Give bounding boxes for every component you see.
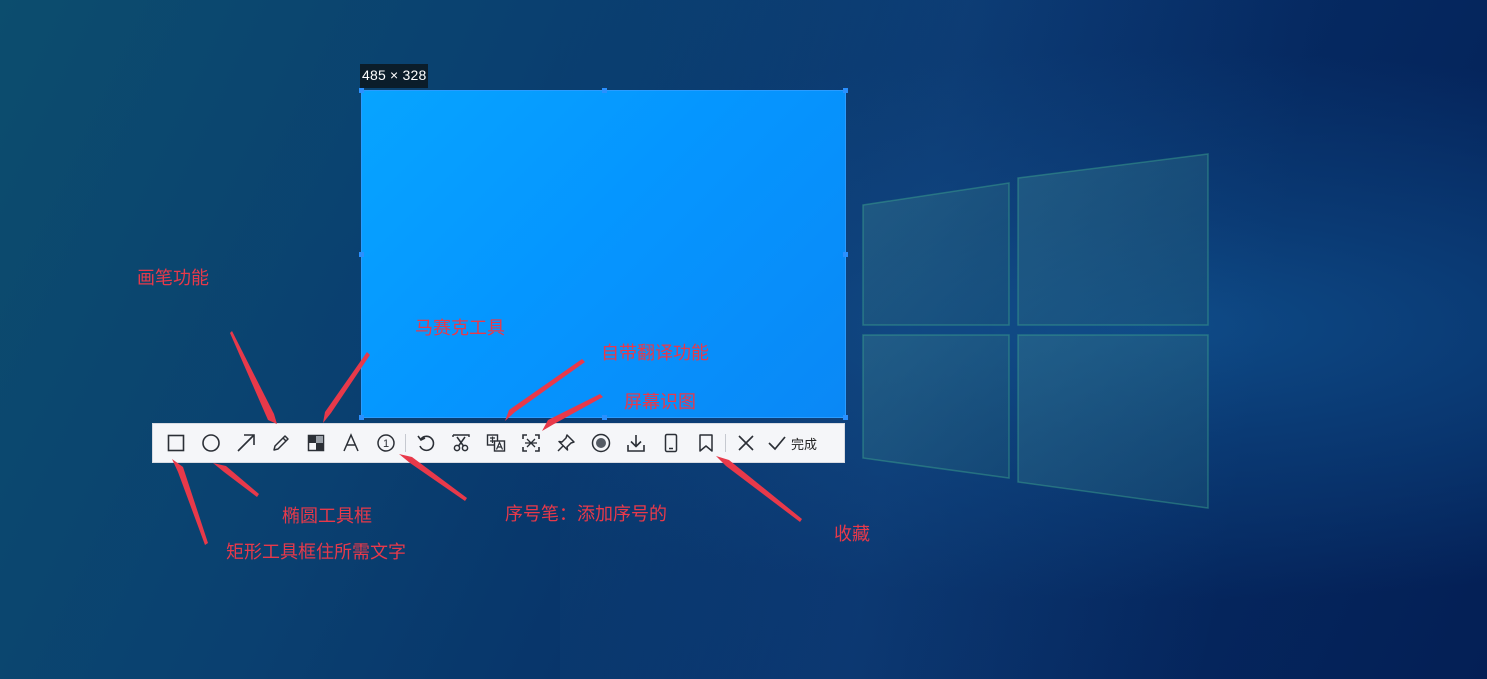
pen-tool-button[interactable] [263,427,298,459]
numbered-circle-icon: 1 [376,434,395,452]
translate-tool-button[interactable] [478,427,513,459]
record-icon [591,433,610,453]
text-a-icon [342,433,359,452]
capture-selection-area[interactable] [359,88,848,420]
square-icon [167,434,184,452]
close-tool-button[interactable] [728,427,763,459]
resize-handle-bottom-right[interactable] [843,415,848,420]
cut-tool-button[interactable] [443,427,478,459]
text-tool-button[interactable] [333,427,368,459]
undo-icon [416,435,434,452]
resize-handle-bottom-left[interactable] [359,415,364,420]
ellipse-arrow [213,463,259,497]
circle-icon [201,434,220,452]
mosaic-tool-button[interactable] [298,427,333,459]
resize-handle-top-left[interactable] [359,88,364,93]
record-tool-button[interactable] [583,427,618,459]
annotation-rectangle: 矩形工具框住所需文字 [226,542,406,563]
scissors-icon [451,434,470,452]
arrow-icon [236,434,255,452]
phone-tool-button[interactable] [653,427,688,459]
toolbar-divider [405,434,406,452]
ellipse-tool-button[interactable] [193,427,228,459]
check-icon [768,436,786,451]
pin-icon [556,434,575,452]
download-icon [626,435,645,452]
done-label: 完成 [791,437,818,453]
resize-handle-bottom[interactable] [602,415,607,420]
translate-icon [486,434,505,452]
pin-tool-button[interactable] [548,427,583,459]
annotation-mosaic: 马赛克工具 [415,318,505,339]
resize-handle-top[interactable] [602,88,607,93]
annotation-ellipse: 椭圆工具框 [282,506,372,527]
annotation-favorite: 收藏 [834,524,870,545]
resize-handle-left[interactable] [359,252,364,257]
arrow-tool-button[interactable] [228,427,263,459]
annotation-number-pen: 序号笔：添加序号的 [505,504,667,525]
toolbar-divider [725,434,726,452]
resize-handle-right[interactable] [843,252,848,257]
rectangle-arrow [172,459,208,545]
scan-icon [521,434,540,452]
pen-arrow [230,331,277,424]
done-button[interactable]: 完成 [763,427,821,459]
download-tool-button[interactable] [618,427,653,459]
favorite-arrow [716,456,802,522]
screenshot-toolbar: 1 完成 [152,423,845,463]
number-pen-tool-button[interactable]: 1 [368,427,403,459]
mosaic-icon [307,434,324,452]
annotation-translate: 自带翻译功能 [601,343,709,364]
number-glyph: 1 [382,438,388,450]
bookmark-tool-button[interactable] [688,427,723,459]
screen-recognition-tool-button[interactable] [513,427,548,459]
close-icon [737,435,754,451]
annotation-recognition: 屏幕识图 [624,392,696,413]
selection-size-label: 485 × 328 [360,64,429,88]
pencil-icon [272,435,289,451]
resize-handle-top-right[interactable] [843,88,848,93]
bookmark-icon [698,434,713,452]
undo-tool-button[interactable] [408,427,443,459]
annotation-pen: 画笔功能 [137,268,209,289]
phone-icon [664,433,677,453]
rectangle-tool-button[interactable] [158,427,193,459]
